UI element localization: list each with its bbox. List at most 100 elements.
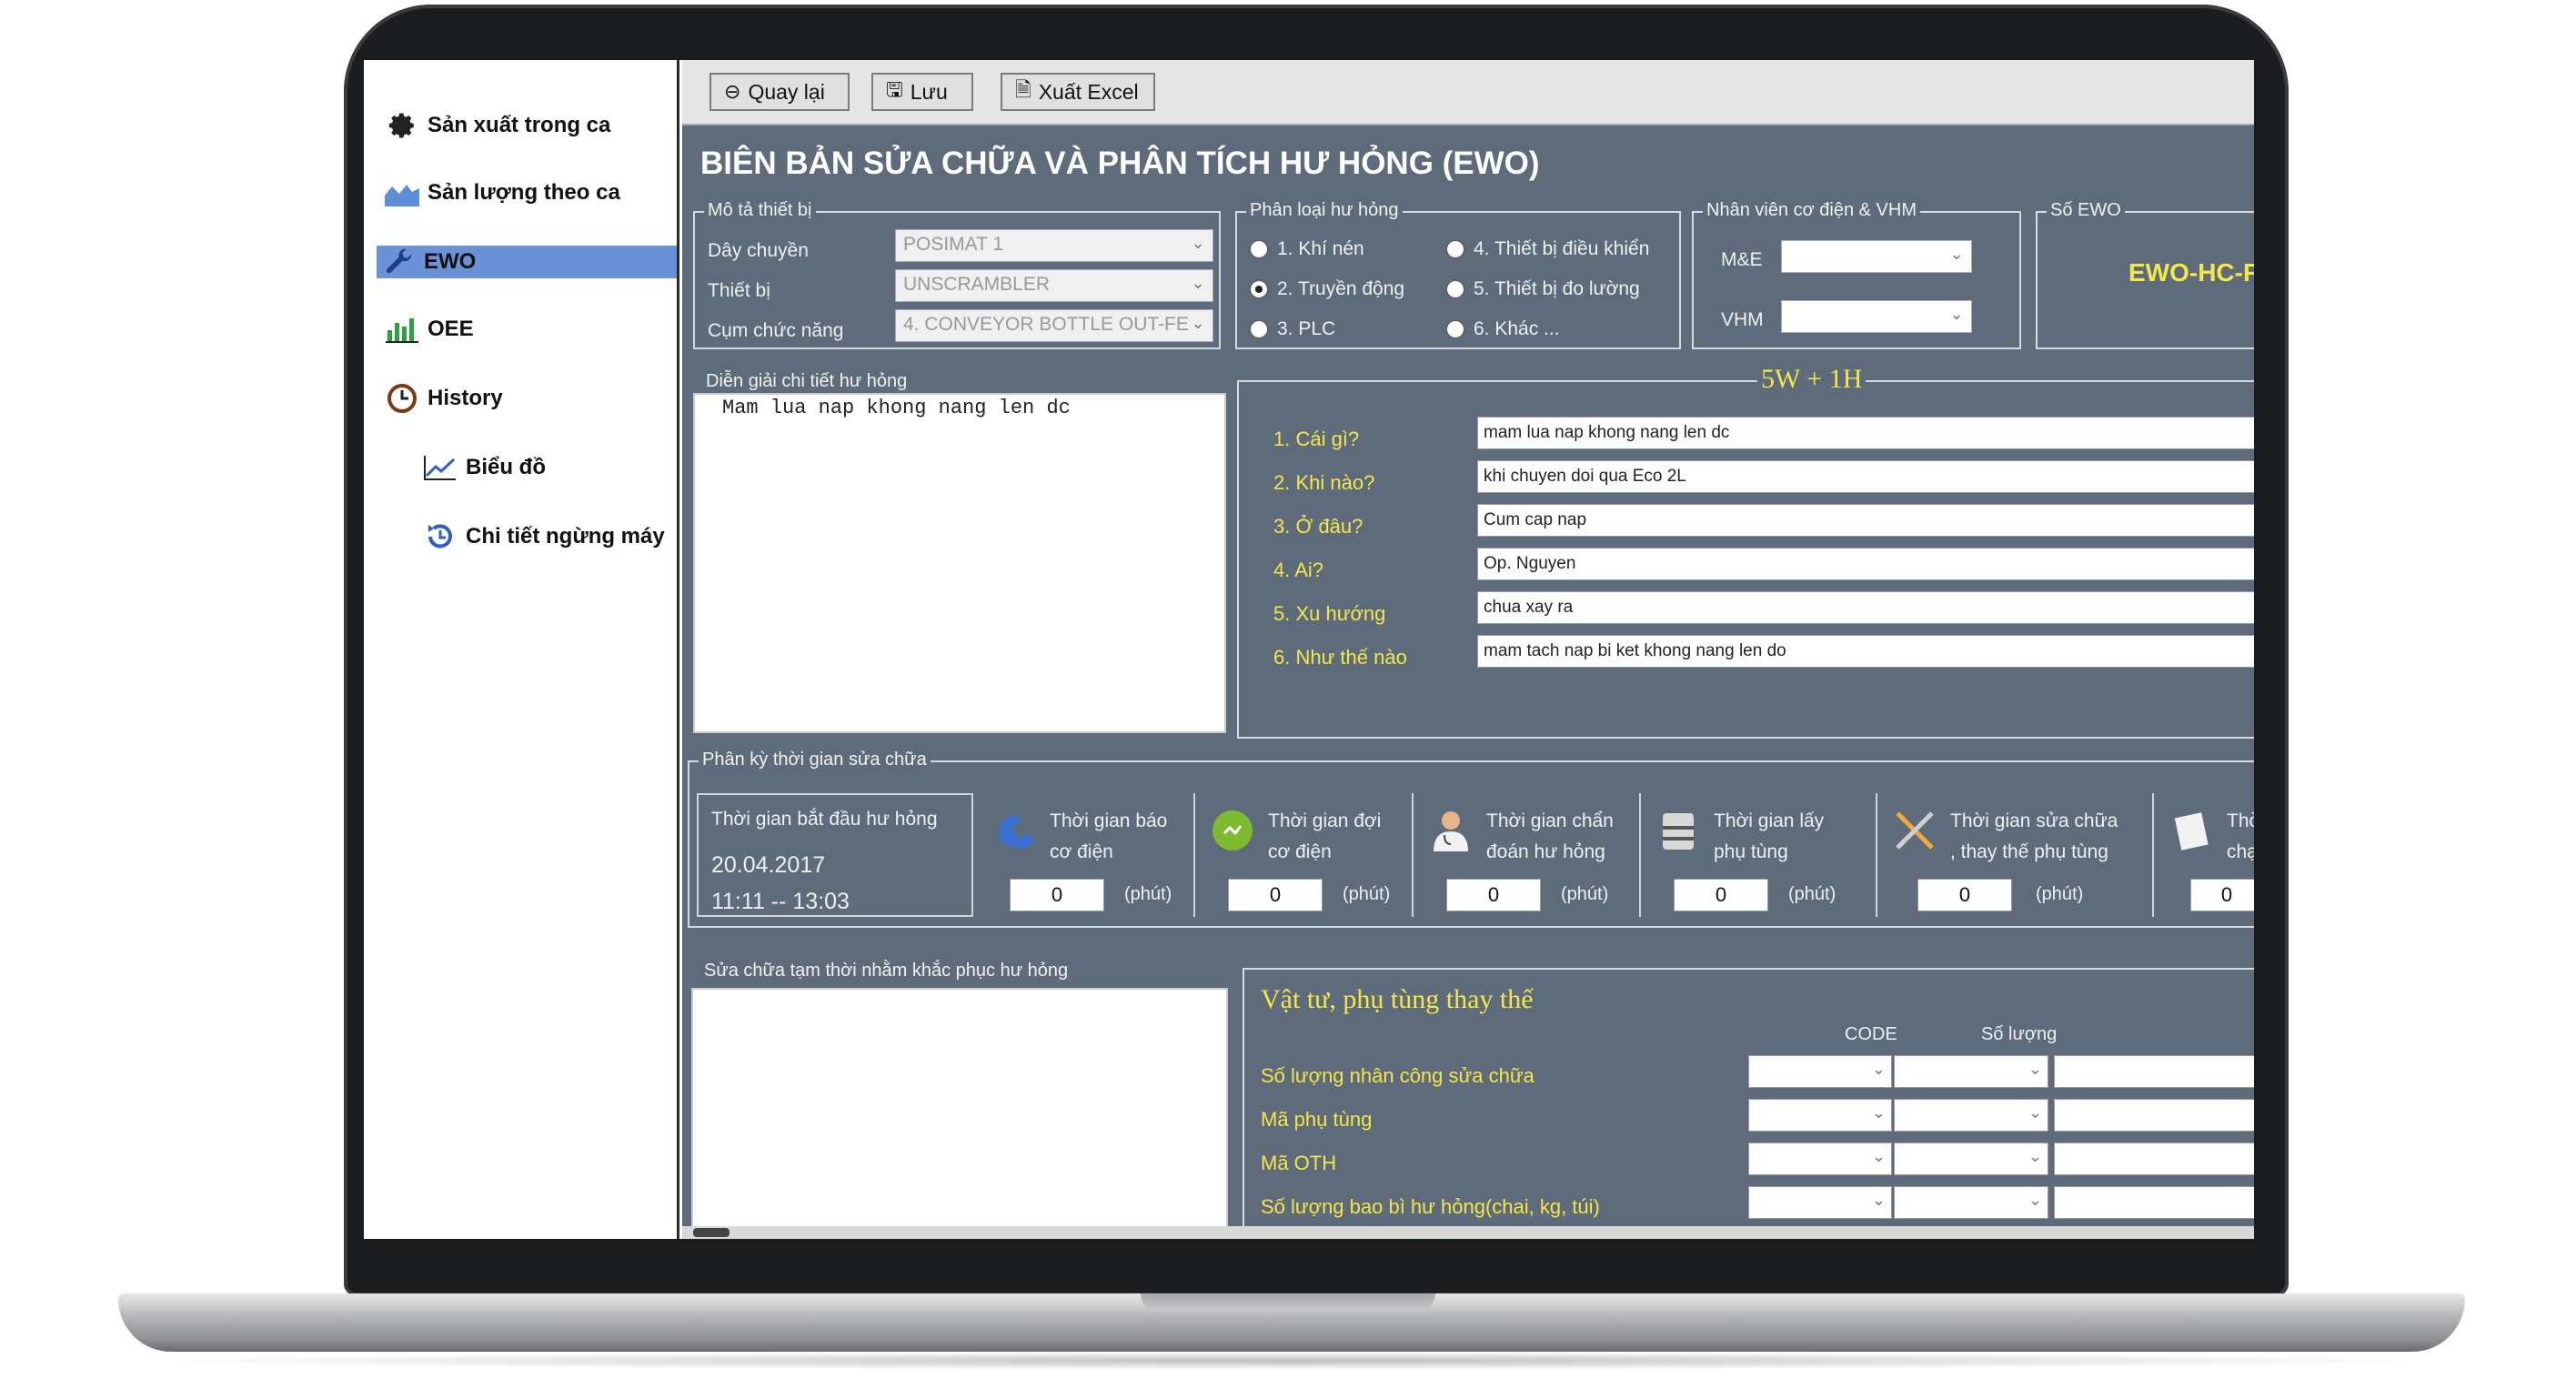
radio-khac[interactable]: 6. Khác ... <box>1446 318 1560 340</box>
code-select[interactable]: ⌄ <box>1748 1186 1892 1219</box>
repair-minutes-input[interactable]: 0 <box>1917 879 2012 911</box>
floppy-icon: 🖫 <box>886 78 903 101</box>
radio-thiet-bi-do-luong[interactable]: 5. Thiết bị đo lường <box>1446 278 1640 300</box>
radio-truyen-dong[interactable]: 2. Truyền động <box>1250 278 1404 300</box>
sidebar-item-bieu-do[interactable]: Biểu đồ <box>422 451 546 484</box>
sidebar-item-san-xuat[interactable]: Sản xuất trong ca <box>384 109 610 142</box>
qty-select[interactable]: ⌄ <box>1894 1142 2048 1175</box>
sidebar-item-san-luong[interactable]: Sản lượng theo ca <box>384 176 620 209</box>
note-field[interactable] <box>2054 1186 2254 1219</box>
qty-select[interactable]: ⌄ <box>1894 1186 2048 1219</box>
code-select[interactable]: ⌄ <box>1748 1099 1892 1132</box>
line-select[interactable]: POSIMAT 1 ⌄ <box>895 229 1213 262</box>
temp-fix-group: Sửa chữa tạm thời nhằm khắc phục hư hỏng <box>691 961 1232 1239</box>
export-button-label: Xuất Excel <box>1038 79 1139 104</box>
laptop-shadow <box>127 1352 2456 1370</box>
question-label: 5. Xu hướng <box>1273 602 1386 625</box>
five-w-title: 5W + 1H <box>1757 364 1867 395</box>
test-icon <box>2174 812 2209 851</box>
back-button-label: Quay lại <box>748 79 825 104</box>
phone-icon <box>999 815 1033 849</box>
material-row-label: Mã phụ tùng <box>1261 1108 1373 1131</box>
scrollbar-thumb[interactable] <box>693 1228 730 1237</box>
wait-icon <box>1213 810 1253 851</box>
sidebar-item-label: Chi tiết ngừng máy <box>466 524 665 549</box>
qty-select[interactable]: ⌄ <box>1894 1099 2048 1132</box>
sidebar-item-label: Biểu đồ <box>466 455 546 479</box>
five-w-group: 5W + 1H 1. Cái gì? mam lua nap khong nan… <box>1237 364 2254 739</box>
note-field[interactable] <box>2054 1099 2254 1132</box>
answer-field[interactable]: Cum cap nap <box>1477 504 2254 537</box>
question-label: 6. Như thế nào <box>1273 646 1407 669</box>
qty-column-header: Số lượng <box>1981 1024 2058 1044</box>
sidebar-item-chi-tiet-ngung-may[interactable]: Chi tiết ngừng máy <box>422 520 665 553</box>
page-title: BIÊN BẢN SỬA CHỮA VÀ PHÂN TÍCH HƯ HỎNG (… <box>700 146 1540 181</box>
tools-icon <box>1896 811 1934 850</box>
code-select[interactable]: ⌄ <box>1748 1055 1892 1088</box>
radio-label: 2. Truyền động <box>1277 278 1405 299</box>
radio-plc[interactable]: 3. PLC <box>1250 318 1335 340</box>
device-group: Mô tả thiết bị Dây chuyền POSIMAT 1 ⌄ Th… <box>693 200 1221 349</box>
parts-minutes-input[interactable]: 0 <box>1674 879 1768 911</box>
me-select[interactable]: ⌄ <box>1781 240 1972 273</box>
segment-label: Thờ chạ <box>2227 806 2254 868</box>
save-button[interactable]: 🖫 Lưu <box>871 73 973 111</box>
segment-label: Thời gian chẩn đoán hư hỏng <box>1486 806 1614 868</box>
temp-fix-textarea[interactable] <box>691 988 1228 1239</box>
answer-field[interactable]: khi chuyen doi qua Eco 2L <box>1477 460 2254 493</box>
radio-dot <box>1446 240 1464 258</box>
sidebar-item-history[interactable]: History <box>384 382 503 415</box>
export-excel-button[interactable]: 🗎 Xuất Excel <box>1001 73 1155 111</box>
sidebar-item-label: Sản xuất trong ca <box>428 113 611 137</box>
segment-line2: , thay thế phụ tùng <box>1950 841 2108 862</box>
horizontal-scrollbar[interactable] <box>682 1226 2254 1239</box>
equipment-select[interactable]: UNSCRAMBLER ⌄ <box>895 269 1213 302</box>
radio-dot <box>1250 320 1268 338</box>
test-minutes-input[interactable]: 0 <box>2190 879 2254 911</box>
radio-dot <box>1446 320 1464 338</box>
server-icon <box>1663 813 1694 850</box>
note-field[interactable] <box>2054 1055 2254 1088</box>
question-label: 2. Khi nào? <box>1273 471 1375 494</box>
chevron-down-icon: ⌄ <box>1191 314 1205 332</box>
chevron-down-icon: ⌄ <box>1191 234 1205 252</box>
material-row-label: Số lượng nhân công sửa chữa <box>1261 1064 1535 1087</box>
note-field[interactable] <box>2054 1142 2254 1175</box>
radio-label: 3. PLC <box>1277 318 1336 339</box>
start-label: Thời gian bắt đầu hư hỏng <box>711 809 938 830</box>
radio-khi-nen[interactable]: 1. Khí nén <box>1250 238 1364 260</box>
wait-minutes-input[interactable]: 0 <box>1228 879 1323 911</box>
diagnose-minutes-input[interactable]: 0 <box>1446 879 1541 911</box>
answer-field[interactable]: mam tach nap bi ket khong nang len do <box>1477 635 2254 668</box>
materials-group: Vật tư, phụ tùng thay thế CODE Số lượng … <box>1243 968 2254 1239</box>
code-select[interactable]: ⌄ <box>1748 1142 1892 1175</box>
radio-thiet-bi-dieu-khien[interactable]: 4. Thiết bị điều khiển <box>1446 238 1649 260</box>
line-chart-icon <box>422 452 458 483</box>
report-minutes-input[interactable]: 0 <box>1010 879 1104 911</box>
question-label: 1. Cái gì? <box>1273 428 1360 450</box>
sidebar-item-ewo[interactable]: EWO <box>377 246 677 278</box>
vhm-select[interactable]: ⌄ <box>1781 300 1972 333</box>
detail-textarea[interactable]: Mam lua nap khong nang len dc <box>693 393 1226 733</box>
function-value: 4. CONVEYOR BOTTLE OUT-FE <box>903 314 1189 335</box>
start-time: 11:11 -- 13:03 <box>711 889 850 914</box>
chevron-down-icon: ⌄ <box>1949 245 1964 263</box>
segment-line1: Thời gian lấy <box>1714 810 1825 831</box>
answer-field[interactable]: chua xay ra <box>1477 591 2254 624</box>
line-label: Dây chuyền <box>708 240 809 261</box>
chevron-down-icon: ⌄ <box>1949 305 1964 323</box>
qty-select[interactable]: ⌄ <box>1894 1055 2048 1088</box>
answer-field[interactable]: mam lua nap khong nang len dc <box>1477 417 2254 449</box>
back-button[interactable]: ⊖ Quay lại <box>709 73 850 111</box>
question-label: 3. Ở đâu? <box>1273 515 1363 538</box>
function-select[interactable]: 4. CONVEYOR BOTTLE OUT-FE ⌄ <box>895 309 1213 342</box>
unit-label: (phút) <box>1788 884 1836 904</box>
save-button-label: Lưu <box>910 79 948 104</box>
sidebar-item-oee[interactable]: OEE <box>384 313 474 346</box>
radio-dot <box>1250 240 1268 258</box>
sidebar-item-label: EWO <box>424 249 477 274</box>
answer-field[interactable]: Op. Nguyen <box>1477 548 2254 580</box>
equipment-label: Thiết bị <box>708 280 770 301</box>
device-group-label: Mô tả thiết bị <box>704 200 816 221</box>
segment-label: Thời gian đợi cơ điện <box>1268 806 1381 868</box>
